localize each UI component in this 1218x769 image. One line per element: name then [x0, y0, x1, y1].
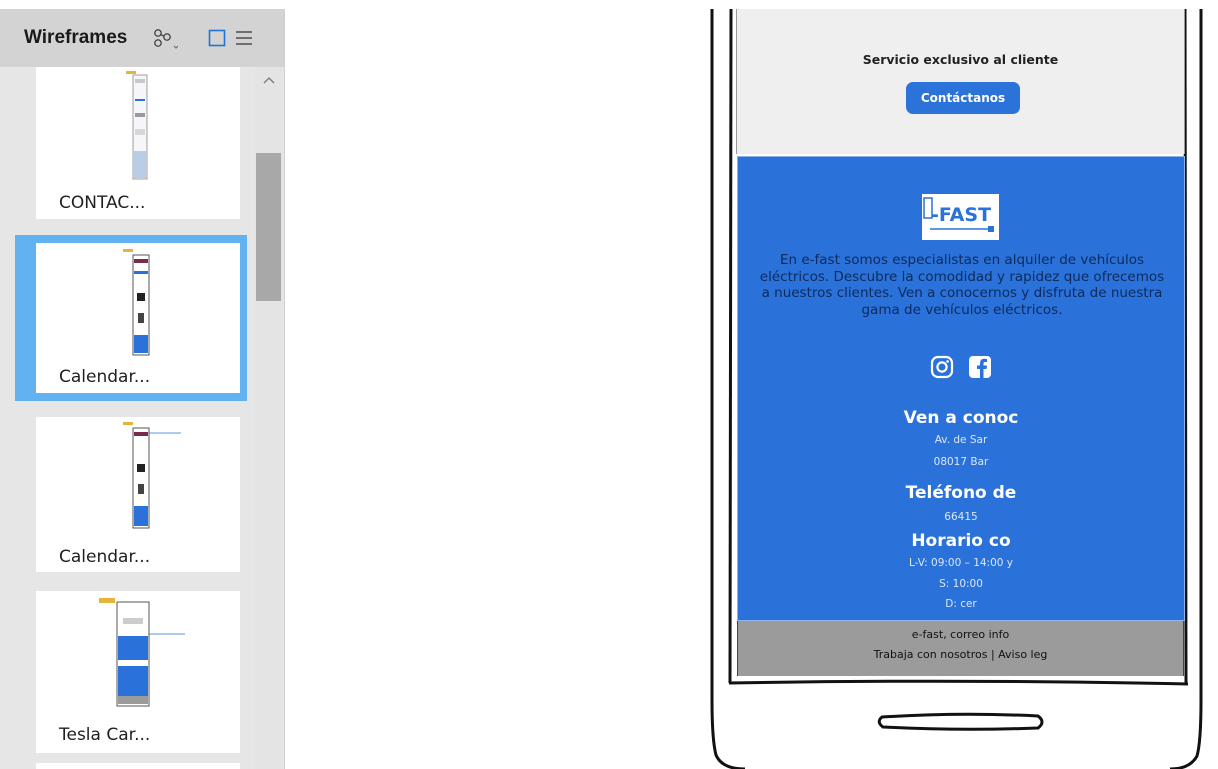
- wireframes-panel: Wireframes CONTAC... Calendar... Calenda…: [0, 9, 285, 769]
- thumbnail-image: [126, 71, 148, 180]
- thumbnail-image: [123, 249, 150, 356]
- hours-heading: Horario co: [911, 531, 1011, 551]
- wireframe-card[interactable]: Tesla Car...: [15, 591, 247, 753]
- phone-number: 66415: [944, 511, 978, 523]
- wireframe-list: CONTAC... Calendar... Calendar... Tesla …: [7, 67, 254, 769]
- thumbnail-frame: [36, 763, 240, 769]
- instagram-icon[interactable]: [930, 355, 954, 379]
- hours-sunday: D: cer: [945, 598, 977, 610]
- scrollbar[interactable]: [255, 67, 283, 769]
- card-label: Calendar...: [59, 367, 151, 387]
- card-label: CONTAC...: [59, 193, 146, 213]
- visit-heading: Ven a conoc: [903, 408, 1019, 428]
- wireframe-card[interactable]: CONTAC...: [15, 67, 247, 219]
- list-view-icon[interactable]: [234, 29, 254, 51]
- app-window: Wireframes CONTAC... Calendar... Calenda…: [0, 0, 1218, 769]
- svg-text:-FAST: -FAST: [931, 204, 991, 226]
- thumbnail-image: [99, 598, 185, 707]
- address-line-2: 08017 Bar: [933, 456, 989, 468]
- square-view-icon[interactable]: [208, 29, 226, 51]
- thumbnail-image: [123, 422, 181, 529]
- facebook-icon[interactable]: [968, 355, 992, 379]
- hours-saturday: S: 10:00: [939, 578, 983, 590]
- chevron-up-icon[interactable]: [262, 75, 276, 85]
- contact-button[interactable]: Contáctanos: [906, 82, 1020, 114]
- blue-footer: -FAST En e-fast somos especialistas en a…: [737, 156, 1185, 621]
- card-label: Tesla Car...: [59, 725, 151, 745]
- scroll-thumb[interactable]: [256, 153, 281, 301]
- branches-icon[interactable]: [152, 28, 179, 54]
- address-line-1: Av. de Sar: [934, 434, 988, 446]
- panel-title: Wireframes: [24, 27, 128, 48]
- phone-heading: Teléfono de: [905, 483, 1017, 503]
- footer-line-2: Trabaja con nosotros | Aviso leg: [873, 648, 1048, 661]
- footer-line-1: e-fast, correo info: [911, 628, 1010, 641]
- wireframe-card-selected[interactable]: Calendar...: [15, 235, 247, 401]
- card-label: Calendar...: [59, 547, 151, 567]
- panel-header: Wireframes: [0, 9, 284, 67]
- about-text: En e-fast somos especialistas en alquile…: [759, 252, 1165, 318]
- wireframe-card[interactable]: [15, 763, 247, 769]
- gray-footer: e-fast, correo info Trabaja con nosotros…: [737, 621, 1184, 676]
- service-section: Servicio exclusivo al cliente Contáctano…: [736, 9, 1185, 154]
- wireframe-card[interactable]: Calendar...: [15, 417, 247, 572]
- hours-weekdays: L-V: 09:00 – 14:00 y: [908, 557, 1014, 569]
- efast-logo: -FAST: [922, 194, 999, 240]
- service-text: Servicio exclusivo al cliente: [862, 52, 1059, 67]
